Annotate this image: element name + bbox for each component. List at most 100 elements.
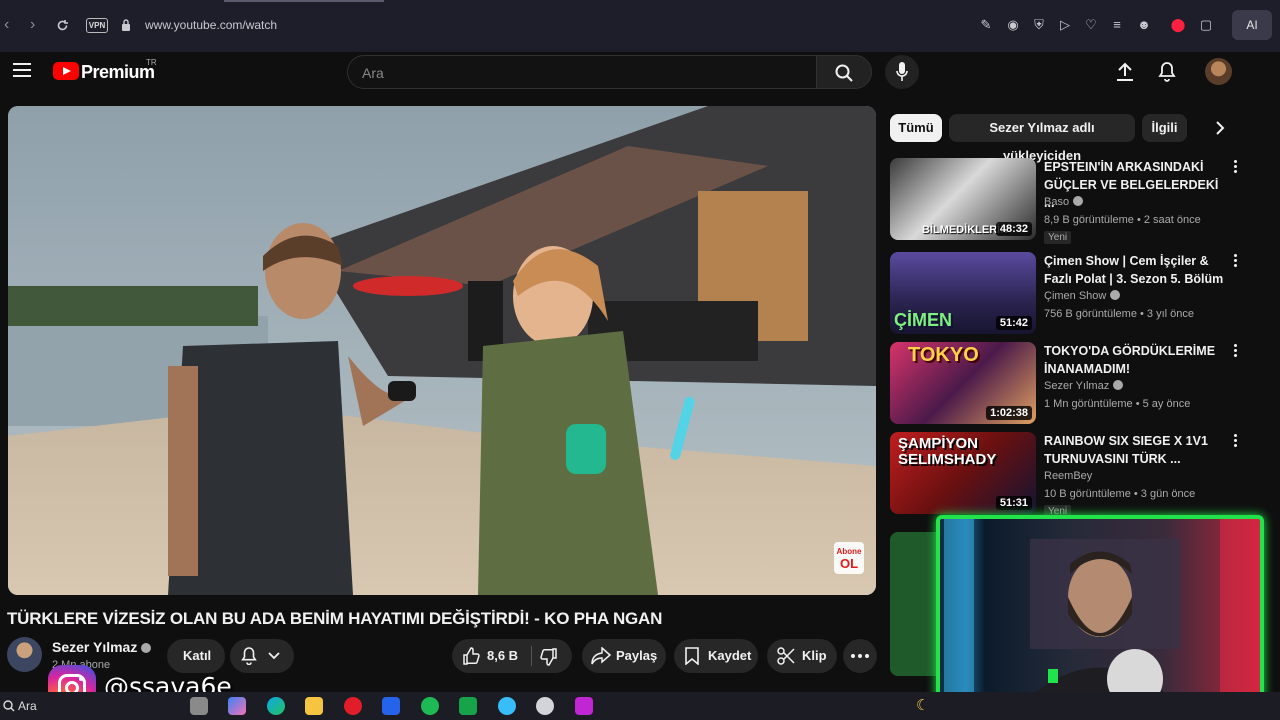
share-button[interactable]: Paylaş — [582, 639, 666, 673]
video-thumbnail[interactable]: BİLMEDİKLERİN 48:32 — [890, 158, 1036, 240]
video-thumbnail[interactable]: ÇİMEN 51:42 — [890, 252, 1036, 334]
profile-icon[interactable]: ☻ — [1136, 17, 1152, 33]
vpn-badge[interactable]: VPN — [86, 18, 108, 33]
new-badge: Yeni — [1044, 231, 1072, 244]
recommendation-item[interactable]: BİLMEDİKLERİN 48:32 EPSTEIN'İN ARKASINDA… — [890, 158, 1250, 244]
recommendation-title[interactable]: RAINBOW SIX SIEGE X 1V1 TURNUVASINI TÜRK… — [1044, 432, 1224, 468]
search-placeholder: Ara — [362, 65, 384, 81]
webcam-feed — [944, 519, 1260, 706]
channel-name[interactable]: Sezer Yılmaz — [52, 639, 152, 655]
cube-icon[interactable]: ▢ — [1198, 17, 1214, 33]
taskbar-search-icon[interactable] — [3, 700, 15, 712]
active-tab-indicator — [224, 0, 384, 2]
more-vertical-icon[interactable] — [1230, 160, 1240, 178]
windows-taskbar: Ara ☾ — [0, 692, 1280, 720]
chevron-right-icon[interactable] — [1215, 121, 1225, 135]
app-icon[interactable] — [575, 697, 593, 715]
globe-icon[interactable] — [498, 697, 516, 715]
edit-icon[interactable]: ✎ — [978, 17, 994, 33]
search-input[interactable]: Ara — [347, 55, 817, 89]
video-duration: 51:42 — [995, 316, 1032, 330]
camera-icon[interactable]: ◉ — [1005, 17, 1021, 33]
file-icon[interactable] — [190, 697, 208, 715]
more-vertical-icon[interactable] — [1230, 434, 1240, 452]
taskbar-search-label[interactable]: Ara — [18, 699, 37, 713]
record-icon[interactable]: ⬤ — [1170, 17, 1186, 33]
notification-settings-button[interactable] — [230, 639, 294, 673]
voice-search-button[interactable] — [885, 55, 919, 89]
video-duration: 48:32 — [995, 222, 1032, 236]
recommendation-title[interactable]: TOKYO'DA GÖRDÜKLERİME İNANAMADIM! — [1044, 342, 1224, 378]
spotify-icon[interactable] — [421, 697, 439, 715]
opera-icon[interactable] — [344, 697, 362, 715]
shield-icon[interactable]: ⛨ — [1031, 17, 1047, 33]
bell-icon — [241, 647, 257, 665]
mail-icon[interactable] — [382, 697, 400, 715]
thumbnail-caption: TOKYO — [908, 344, 979, 366]
more-horizontal-icon — [851, 654, 869, 658]
video-frame: Abone OL — [8, 106, 876, 595]
account-avatar[interactable] — [1205, 58, 1232, 85]
notifications-bell-icon[interactable] — [1158, 61, 1176, 82]
edge-icon[interactable] — [267, 697, 285, 715]
join-button[interactable]: Katıl — [167, 639, 225, 673]
share-icon — [591, 647, 611, 665]
address-bar[interactable]: www.youtube.com/watch — [145, 18, 277, 32]
video-player[interactable]: Abone OL — [8, 106, 876, 595]
recommendation-item[interactable]: TOKYO 1:02:38 TOKYO'DA GÖRDÜKLERİME İNAN… — [890, 342, 1250, 426]
forward-icon[interactable]: › — [30, 16, 35, 34]
recommendation-item[interactable]: ÇİMEN 51:42 Çimen Show | Cem İşçiler & F… — [890, 252, 1250, 336]
heart-icon[interactable]: ♡ — [1083, 17, 1099, 33]
menu-icon[interactable] — [13, 63, 31, 77]
folder-icon[interactable] — [305, 697, 323, 715]
more-actions-button[interactable] — [843, 639, 877, 673]
browser-toolbar: ‹ › VPN www.youtube.com/watch ✎ ◉ ⛨ ▷ ♡ … — [0, 0, 1280, 52]
recommendation-item[interactable]: ŞAMPİYON SELIMSHADY 51:31 RAINBOW SIX SI… — [890, 432, 1250, 518]
scissors-icon — [777, 647, 795, 665]
bookmark-icon — [685, 647, 699, 665]
back-icon[interactable]: ‹ — [4, 16, 9, 34]
video-thumbnail[interactable] — [890, 532, 936, 676]
like-button[interactable]: 8,6 B — [452, 639, 528, 673]
play-icon[interactable]: ▷ — [1057, 17, 1073, 33]
game-icon[interactable] — [459, 697, 477, 715]
video-thumbnail[interactable]: ŞAMPİYON SELIMSHADY 51:31 — [890, 432, 1036, 514]
verified-icon — [1113, 380, 1124, 390]
chip-label: İlgili — [1151, 120, 1178, 135]
like-dislike-group: 8,6 B — [452, 639, 572, 673]
list-icon[interactable]: ≡ — [1109, 17, 1125, 33]
recommendation-meta: 1 Mn görüntüleme • 5 ay önce — [1044, 398, 1191, 410]
recommendation-meta: 10 B görüntüleme • 3 gün önce — [1044, 488, 1196, 500]
chip-all[interactable]: Tümü — [890, 114, 942, 142]
video-thumbnail[interactable]: TOKYO 1:02:38 — [890, 342, 1036, 424]
channel-name-text: Sezer Yılmaz — [52, 639, 138, 655]
subscribe-badge-bottom: OL — [840, 556, 858, 571]
chip-related[interactable]: İlgili — [1142, 114, 1187, 142]
video-title: TÜRKLERE VİZESİZ OLAN BU ADA BENİM HAYAT… — [7, 609, 663, 628]
more-vertical-icon[interactable] — [1230, 344, 1240, 362]
channel-text: Sezer Yılmaz — [1044, 380, 1110, 392]
search-button[interactable] — [816, 55, 872, 89]
clip-button[interactable]: Klip — [767, 639, 837, 673]
share-label: Paylaş — [616, 648, 658, 663]
ai-button[interactable]: AI — [1232, 10, 1272, 40]
reload-icon[interactable] — [56, 19, 69, 32]
video-duration: 51:31 — [995, 496, 1032, 510]
more-vertical-icon[interactable] — [1230, 254, 1240, 272]
dislike-button[interactable] — [532, 639, 572, 673]
recommendation-title[interactable]: Çimen Show | Cem İşçiler & Fazlı Polat |… — [1044, 252, 1224, 288]
copilot-icon[interactable] — [228, 697, 246, 715]
recommendation-channel: ReemBey — [1044, 470, 1092, 482]
save-button[interactable]: Kaydet — [674, 639, 758, 673]
lock-icon[interactable] — [121, 18, 131, 32]
upload-icon[interactable] — [1116, 62, 1134, 82]
subscribe-badge-top: Abone — [837, 547, 862, 556]
verified-icon — [1073, 196, 1084, 206]
channel-text: Çimen Show — [1044, 290, 1107, 302]
channel-avatar[interactable] — [7, 637, 42, 672]
chatgpt-icon[interactable] — [536, 697, 554, 715]
logo-text[interactable]: Premium — [81, 62, 155, 83]
moon-icon[interactable]: ☾ — [916, 696, 929, 714]
youtube-logo-icon[interactable] — [53, 62, 79, 80]
chip-from-uploader[interactable]: Sezer Yılmaz adlı yükleyiciden — [949, 114, 1135, 163]
